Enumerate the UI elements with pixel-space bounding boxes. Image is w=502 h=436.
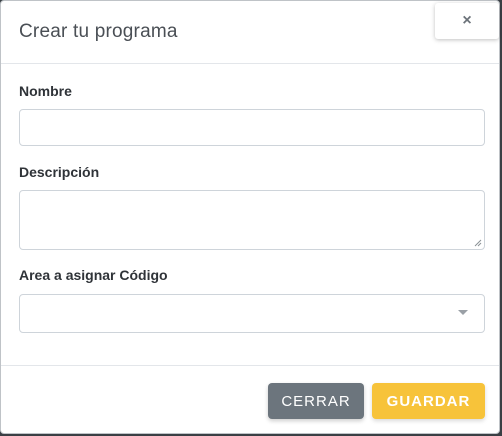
area-label: Area a asignar Código [19,267,168,283]
create-program-modal: Crear tu programa × Nombre Descripción A… [0,0,500,434]
save-button[interactable]: GUARDAR [372,383,485,419]
area-select[interactable] [19,294,485,333]
name-input[interactable] [19,109,485,146]
cancel-button[interactable]: CERRAR [268,383,364,419]
chevron-down-icon [458,310,468,315]
description-textarea[interactable] [19,190,485,250]
modal-title: Crear tu programa [19,21,178,42]
close-button[interactable]: × [435,3,499,39]
description-label: Descripción [19,164,100,180]
close-icon: × [462,12,472,29]
name-label: Nombre [19,83,72,99]
resize-grip-icon[interactable] [474,239,482,247]
modal-header: Crear tu programa × [1,1,499,64]
modal-footer: CERRAR GUARDAR [1,365,499,434]
